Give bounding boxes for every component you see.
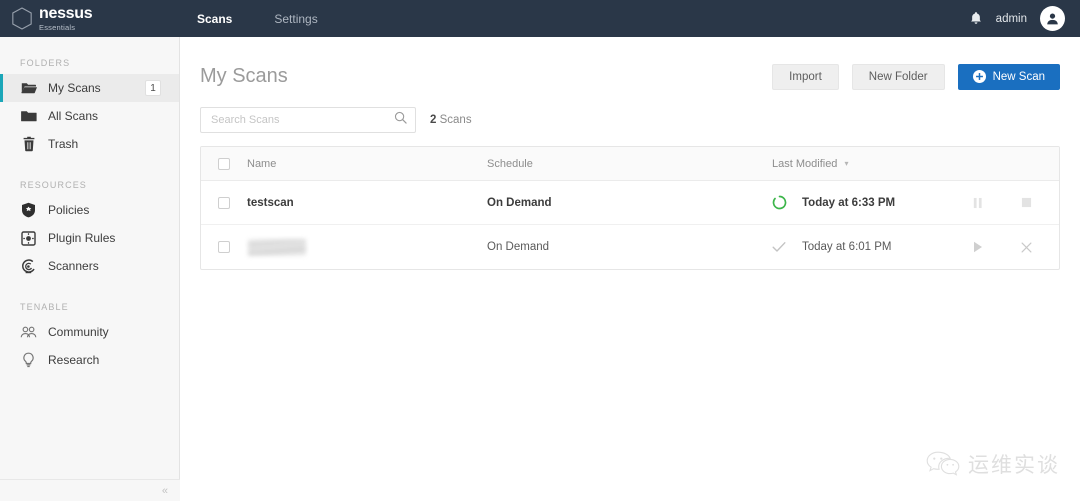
close-icon[interactable] — [1018, 238, 1036, 256]
folder-open-icon — [20, 80, 37, 97]
admin-user-label[interactable]: admin — [996, 13, 1027, 25]
sidebar-section-tenable-title: TENABLE — [20, 302, 69, 312]
top-nav-items: Scans Settings — [176, 0, 339, 37]
search-input[interactable] — [211, 114, 394, 126]
row-actions — [953, 238, 1059, 256]
bell-icon[interactable] — [969, 11, 983, 26]
column-header-last-modified[interactable]: Last Modified ▾ — [772, 158, 953, 170]
sidebar-item-label: Plugin Rules — [48, 231, 116, 245]
completed-check-icon — [772, 241, 802, 253]
user-avatar-icon — [1047, 13, 1058, 25]
scan-last-modified: Today at 6:01 PM — [802, 241, 892, 253]
header-action-buttons: Import New Folder New Scan — [772, 63, 1060, 90]
sidebar-item-scanners[interactable]: Scanners — [0, 252, 179, 280]
folder-icon — [20, 108, 37, 125]
scan-last-modified-cell: Today at 6:33 PM — [772, 195, 953, 210]
brand-name: nessus — [39, 5, 93, 22]
scan-count-label: Scans — [439, 114, 472, 126]
row-actions — [953, 194, 1059, 212]
top-right-controls: admin — [969, 6, 1080, 31]
chevron-left-double-icon: « — [161, 484, 168, 497]
sidebar-item-community[interactable]: Community — [0, 318, 179, 346]
scanner-radar-icon — [20, 258, 37, 275]
plus-circle-icon — [972, 70, 986, 83]
nav-tab-scans[interactable]: Scans — [176, 0, 253, 37]
page-header: My Scans Import New Folder New Scan — [180, 37, 1080, 97]
scan-last-modified: Today at 6:33 PM — [802, 196, 896, 209]
wechat-icon — [926, 451, 960, 476]
stop-icon[interactable] — [1018, 194, 1036, 212]
sidebar: FOLDERS My Scans 1 All Scans Trash RESOU… — [0, 37, 180, 501]
running-spinner-icon — [772, 195, 802, 210]
brand-subtitle: Essentials — [39, 22, 76, 32]
sidebar-collapse-button[interactable]: « — [0, 479, 180, 501]
table-row[interactable]: testscan On Demand Today at 6:33 PM — [201, 181, 1059, 225]
shield-icon — [20, 202, 37, 219]
scan-count-number: 2 — [430, 114, 437, 126]
search-icon[interactable] — [394, 111, 407, 129]
row-checkbox[interactable] — [218, 196, 230, 209]
new-scan-button[interactable]: New Scan — [957, 63, 1060, 90]
sidebar-section-resources-title: RESOURCES — [20, 180, 87, 190]
search-scans-box[interactable] — [200, 107, 416, 133]
sidebar-item-label: Scanners — [48, 259, 99, 273]
play-icon[interactable] — [969, 238, 987, 256]
nessus-app-window: nessus Essentials Scans Settings admin F… — [0, 0, 1080, 501]
table-header-row: Name Schedule Last Modified ▾ — [201, 147, 1059, 181]
scans-table: Name Schedule Last Modified ▾ testscan O… — [200, 146, 1060, 270]
row-checkbox[interactable] — [218, 241, 230, 253]
scan-last-modified-cell: Today at 6:01 PM — [772, 241, 953, 253]
row-select-cell — [201, 196, 247, 209]
pause-icon[interactable] — [969, 194, 987, 212]
plugin-icon — [20, 230, 37, 247]
sidebar-item-label: My Scans — [48, 81, 101, 95]
new-scan-label: New Scan — [992, 70, 1045, 83]
scan-count: 2 Scans — [430, 114, 472, 126]
column-header-last-modified-label: Last Modified — [772, 157, 838, 170]
sort-caret-icon: ▾ — [844, 159, 849, 168]
new-folder-button[interactable]: New Folder — [851, 63, 945, 90]
scan-schedule: On Demand — [487, 241, 550, 253]
nessus-logo[interactable]: nessus Essentials — [0, 6, 168, 31]
column-header-name[interactable]: Name — [247, 158, 487, 170]
main-content: My Scans Import New Folder New Scan Sear… — [180, 37, 1080, 501]
scan-name[interactable] — [247, 238, 487, 256]
watermark-text: 运维实谈 — [968, 453, 1060, 477]
scans-toolbar: 2 Scans — [180, 97, 1080, 133]
trash-icon — [20, 136, 37, 153]
avatar[interactable] — [1040, 6, 1065, 31]
import-button[interactable]: Import — [772, 63, 839, 90]
sidebar-item-label: Community — [48, 325, 109, 339]
sidebar-item-policies[interactable]: Policies — [0, 196, 179, 224]
redacted-scan-name — [248, 238, 306, 256]
sidebar-item-research[interactable]: Research — [0, 346, 179, 374]
top-navigation-bar: nessus Essentials Scans Settings admin — [0, 0, 1080, 37]
community-people-icon — [20, 324, 37, 341]
row-select-cell — [201, 241, 247, 253]
scan-schedule: On Demand — [487, 196, 552, 209]
select-all-checkbox[interactable] — [218, 157, 230, 170]
wechat-watermark: 运维实谈 — [926, 449, 1060, 479]
sidebar-item-label: All Scans — [48, 109, 99, 123]
sidebar-section-folders-title: FOLDERS — [20, 58, 71, 68]
sidebar-item-plugin-rules[interactable]: Plugin Rules — [0, 224, 179, 252]
select-all-cell — [201, 157, 247, 170]
research-bulb-icon — [20, 352, 37, 369]
sidebar-item-label: Trash — [48, 137, 79, 151]
my-scans-badge: 1 — [145, 80, 161, 96]
nav-tab-settings[interactable]: Settings — [253, 0, 338, 37]
sidebar-item-my-scans[interactable]: My Scans 1 — [0, 74, 179, 102]
page-title: My Scans — [200, 65, 288, 87]
sidebar-item-all-scans[interactable]: All Scans — [0, 102, 179, 130]
table-row[interactable]: On Demand Today at 6:01 PM — [201, 225, 1059, 269]
hexagon-icon — [12, 7, 32, 30]
column-header-schedule[interactable]: Schedule — [487, 158, 772, 170]
sidebar-item-trash[interactable]: Trash — [0, 130, 179, 158]
brand-text: nessus Essentials — [39, 5, 93, 32]
scan-name[interactable]: testscan — [247, 197, 487, 209]
sidebar-item-label: Policies — [48, 203, 90, 217]
sidebar-item-label: Research — [48, 353, 100, 367]
